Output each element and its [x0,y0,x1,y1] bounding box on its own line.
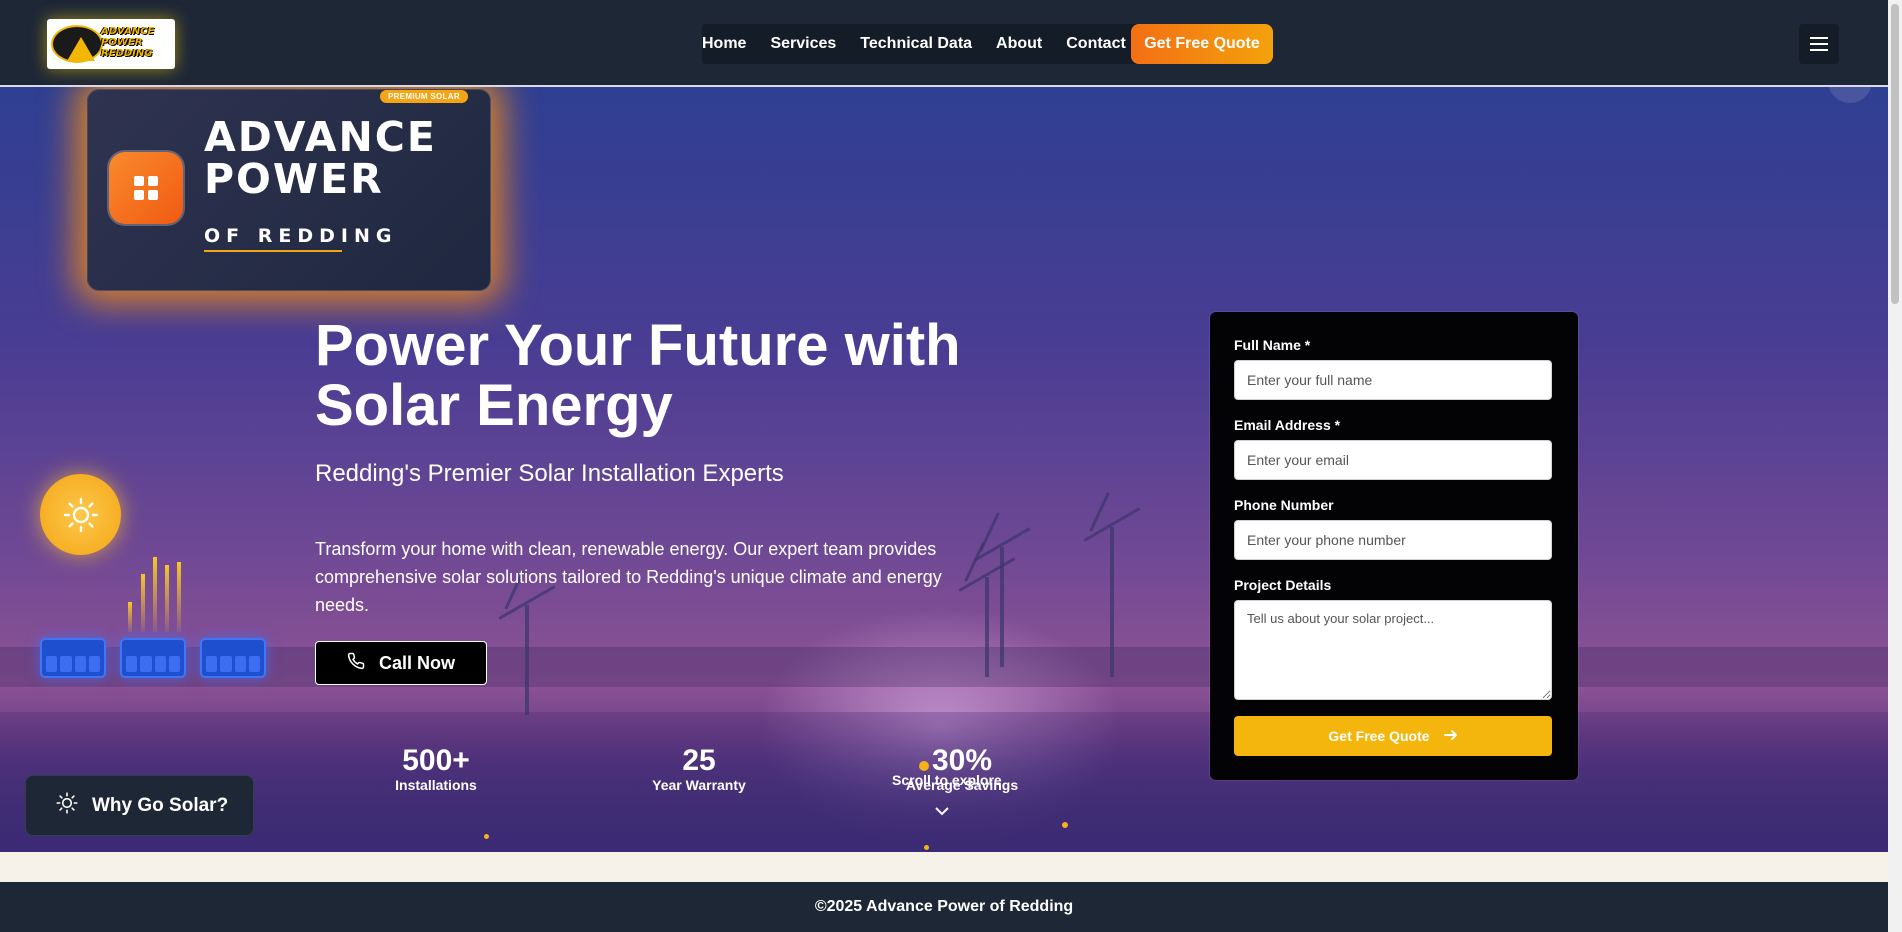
footer: ©2025 Advance Power of Redding [0,882,1888,932]
why-go-solar-button[interactable]: Why Go Solar? [25,775,254,836]
arrow-right-icon [1443,728,1458,744]
logo-text: ADVANCE POWER REDDING [101,26,155,59]
particle-dot [1062,822,1068,828]
brand-underline [204,250,342,252]
scroll-hint[interactable]: Scroll to explore [892,772,1002,788]
hero-description: Transform your home with clean, renewabl… [315,539,942,615]
next-section-peek [0,852,1888,882]
wind-turbine [525,605,529,715]
stat-label: Year Warranty [652,777,746,793]
call-now-label: Call Now [378,652,455,673]
chevron-down-icon[interactable] [934,803,950,821]
scrollbar[interactable] [1888,0,1902,932]
energy-bar [141,574,145,632]
energy-bar [153,557,157,632]
particle-dot [919,761,929,771]
particle-dot [924,845,929,850]
brand-title-line1: ADVANCE [204,113,437,161]
nav-links: Home Services Technical Data About Conta… [702,24,1138,64]
corner-button[interactable] [1828,87,1872,103]
brand-title: ADVANCE POWER [204,116,484,200]
get-free-quote-submit-button[interactable]: Get Free Quote [1234,716,1552,756]
stat-value: 500+ [402,744,470,777]
logo-emblem [51,25,103,63]
logo[interactable]: ADVANCE POWER REDDING [47,19,175,69]
nav-link-technical-data[interactable]: Technical Data [848,35,984,53]
submit-label: Get Free Quote [1328,728,1430,744]
hero-title: Power Your Future with Solar Energy [315,313,961,438]
project-details-textarea[interactable] [1234,600,1552,700]
brand-title-line2: POWER [204,155,384,203]
stat-warranty: 25 Year Warranty [644,744,754,794]
sun-icon [40,474,121,555]
wind-turbine [1110,527,1114,677]
hero-subtitle: Redding's Premier Solar Installation Exp… [315,460,784,487]
footer-copyright: ©2025 Advance Power of Redding [814,898,1074,915]
stat-installations: 500+ Installations [386,744,486,794]
email-input[interactable] [1234,440,1552,480]
nav-link-services[interactable]: Services [758,35,848,53]
quote-form: Full Name * Email Address * Phone Number… [1210,312,1578,780]
navbar: ADVANCE POWER REDDING Home Services Tech… [0,0,1888,87]
nav-link-contact[interactable]: Contact [1054,35,1138,53]
menu-icon[interactable] [1799,24,1839,64]
scrollbar-thumb[interactable] [1891,4,1899,304]
grid-icon [109,152,183,224]
full-name-label: Full Name * [1234,337,1311,353]
email-label: Email Address * [1234,417,1341,433]
nav-link-home[interactable]: Home [702,35,758,53]
hero-section: PREMIUM SOLAR ADVANCE POWER OF REDDING P… [0,87,1888,852]
phone-icon [347,652,365,675]
project-details-label: Project Details [1234,577,1332,593]
energy-bar [128,602,132,632]
particle-dot [484,834,489,839]
call-now-button[interactable]: Call Now [315,641,487,685]
stat-value: 25 [682,744,716,777]
phone-input[interactable] [1234,520,1552,560]
full-name-input[interactable] [1234,360,1552,400]
energy-bar [165,565,169,632]
background-horizon [0,647,1888,687]
brand-subtitle: OF REDDING [204,225,398,247]
sun-icon [56,791,78,820]
wind-turbine [985,577,989,677]
brand-card: PREMIUM SOLAR ADVANCE POWER OF REDDING [87,89,491,291]
nav-link-about[interactable]: About [984,35,1054,53]
why-go-solar-label: Why Go Solar? [92,794,229,816]
stat-label: Installations [395,777,477,793]
solar-panel-icon [40,638,106,678]
phone-label: Phone Number [1234,497,1334,513]
energy-bar [177,562,181,632]
get-free-quote-nav-button[interactable]: Get Free Quote [1131,24,1273,64]
solar-panel-icon [200,638,266,678]
premium-badge: PREMIUM SOLAR [380,90,468,103]
solar-panel-icon [120,638,186,678]
